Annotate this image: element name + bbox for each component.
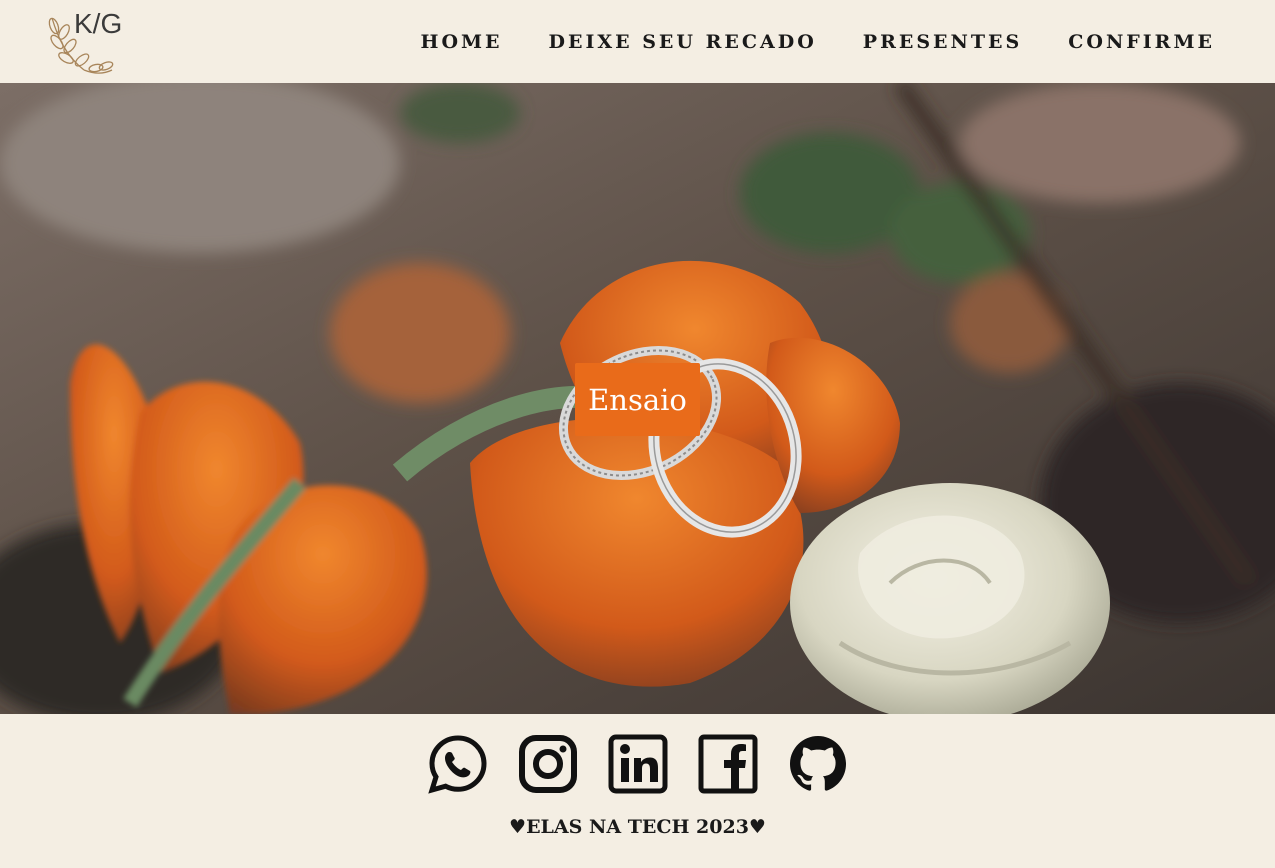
- footer-credit: ♥ELAS NA TECH 2023♥: [509, 816, 766, 838]
- github-icon[interactable]: [788, 734, 848, 794]
- logo-monogram: K/G: [74, 8, 123, 39]
- nav-home[interactable]: HOME: [421, 28, 503, 56]
- hero-banner: Ensaio: [0, 83, 1275, 714]
- nav-deixe-seu-recado[interactable]: DEIXE SEU RECADO: [549, 28, 817, 56]
- ensaio-button[interactable]: Ensaio: [575, 363, 700, 436]
- logo[interactable]: K/G: [44, 8, 126, 78]
- nav-presentes[interactable]: PRESENTES: [863, 28, 1022, 56]
- whatsapp-icon[interactable]: [428, 734, 488, 794]
- site-header: K/G HOME DEIXE SEU RECADO PRESENTES CONF…: [0, 0, 1275, 83]
- nav-confirme[interactable]: CONFIRME: [1068, 28, 1215, 56]
- instagram-icon[interactable]: [518, 734, 578, 794]
- linkedin-icon[interactable]: [608, 734, 668, 794]
- main-nav: HOME DEIXE SEU RECADO PRESENTES CONFIRME: [421, 28, 1216, 56]
- site-footer: ♥ELAS NA TECH 2023♥: [0, 714, 1275, 868]
- facebook-icon[interactable]: [698, 734, 758, 794]
- social-links: [428, 734, 848, 794]
